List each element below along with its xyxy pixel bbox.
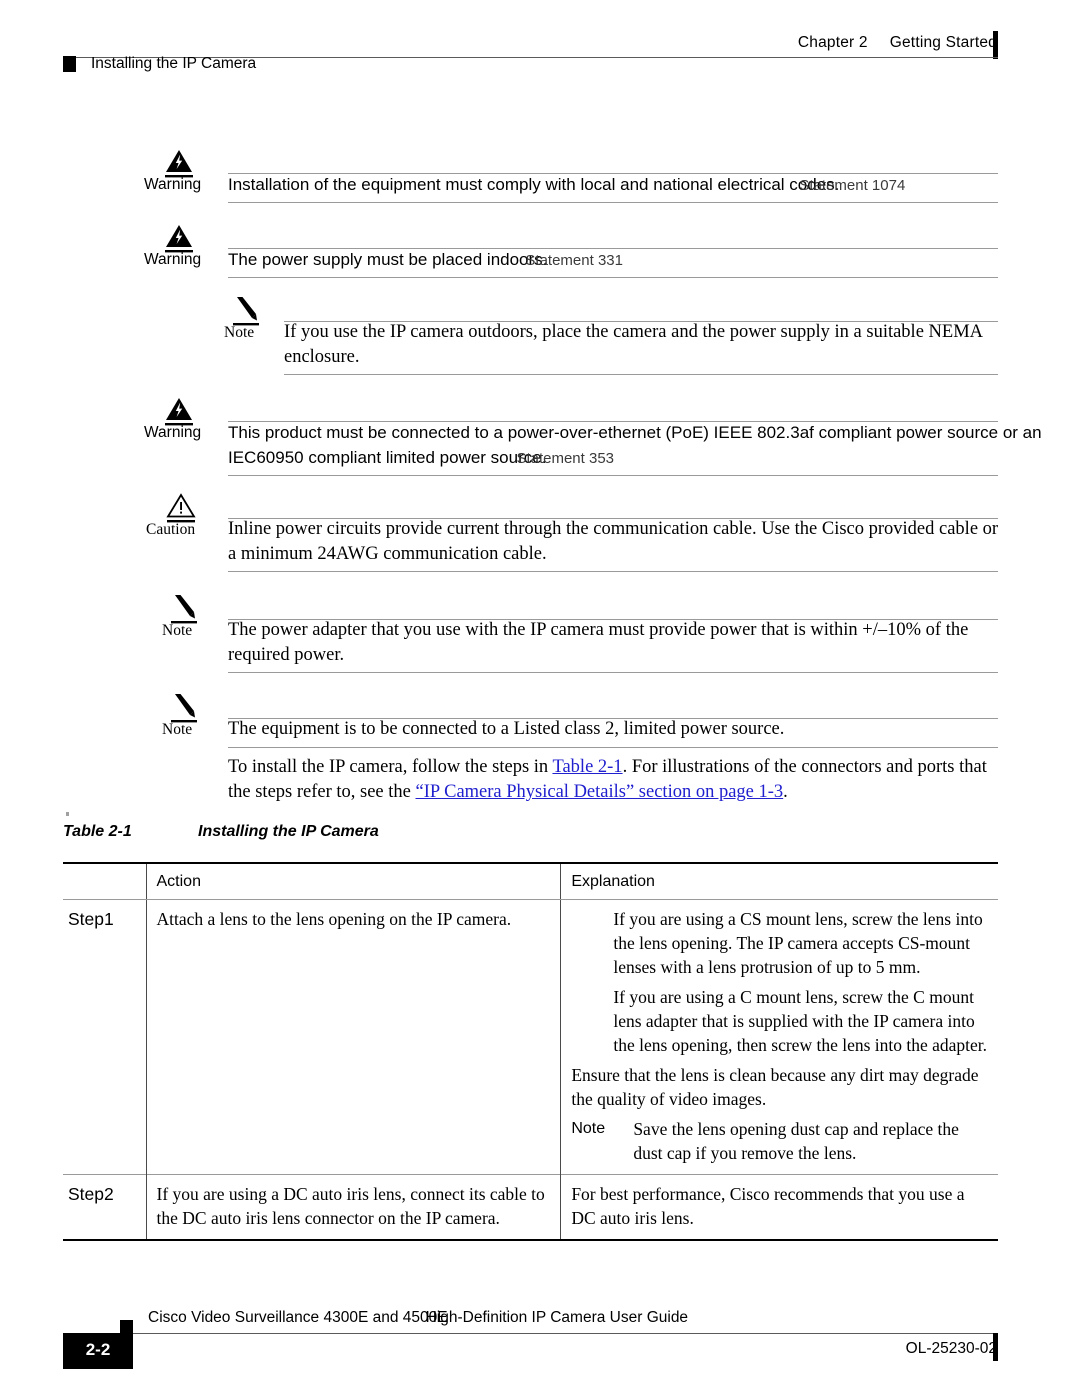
inline-note: Note Save the lens opening dust cap and … bbox=[571, 1117, 988, 1165]
footer-edge-marker bbox=[993, 1333, 998, 1361]
admonition-text: The power adapter that you use with the … bbox=[228, 620, 969, 665]
cell-explanation: For best performance, Cisco recommends t… bbox=[560, 1174, 998, 1241]
admonition-label: Note bbox=[224, 324, 255, 341]
intro-text-part-3: . bbox=[783, 782, 788, 802]
table-row: Step2 If you are using a DC auto iris le… bbox=[63, 1174, 998, 1241]
admonition-label: Warning bbox=[144, 251, 202, 268]
table-cross-reference-link[interactable]: Table 2-1 bbox=[552, 757, 622, 777]
table-header-row: Action Explanation bbox=[63, 862, 998, 900]
admonition-rule-bottom bbox=[284, 374, 998, 375]
admonition-body: Installation of the equipment must compl… bbox=[228, 172, 1002, 198]
admonition-text: The power supply must be placed indoors. bbox=[228, 250, 548, 269]
cell-action: If you are using a DC auto iris lens, co… bbox=[145, 1174, 561, 1241]
admonition-text: The equipment is to be connected to a Li… bbox=[228, 719, 785, 739]
admonition-rule-bottom bbox=[228, 747, 998, 748]
header-chapter-info: Chapter 2 Getting Started bbox=[798, 34, 997, 52]
cell-action: Attach a lens to the lens opening on the… bbox=[145, 899, 561, 1175]
table-head: Action Explanation bbox=[63, 862, 998, 900]
admonition-body: Inline power circuits provide current th… bbox=[228, 517, 1002, 567]
admonition-label: Warning bbox=[144, 424, 202, 441]
explanation-paragraph: Ensure that the lens is clean because an… bbox=[571, 1065, 979, 1109]
footer-page-number: 2-2 bbox=[85, 1340, 111, 1359]
admonition-label: Caution bbox=[146, 521, 196, 538]
header-chapter-number: Chapter 2 bbox=[797, 34, 868, 51]
header-chapter-title: Getting Started bbox=[889, 34, 997, 51]
admonition-rule-bottom bbox=[228, 475, 998, 476]
footer-doc-title-part-b: High-Definition IP Camera User Guide bbox=[425, 1309, 689, 1326]
admonition-statement: Statement 353 bbox=[516, 450, 615, 467]
admonition-body: This product must be connected to a powe… bbox=[228, 420, 1066, 471]
table-caption: Table 2-1 Installing the IP Camera bbox=[63, 823, 379, 841]
header-edge-marker bbox=[993, 31, 998, 59]
admonition-body: If you use the IP camera outdoors, place… bbox=[284, 320, 1002, 370]
table-caption-title: Installing the IP Camera bbox=[198, 823, 379, 840]
explanation-paragraph: If you are using a C mount lens, screw t… bbox=[613, 987, 988, 1055]
admonition-rule-bottom bbox=[228, 277, 998, 278]
admonition-body: The power adapter that you use with the … bbox=[228, 618, 1002, 668]
page-footer: Cisco Video Surveillance 4300E and 4500E… bbox=[0, 1300, 1080, 1380]
header-section-title: Installing the IP Camera bbox=[91, 55, 257, 72]
admonition-body: The power supply must be placed indoors.… bbox=[228, 247, 1002, 273]
admonition-label: Note bbox=[162, 622, 193, 639]
intro-text-part-1: To install the IP camera, follow the ste… bbox=[228, 757, 553, 777]
explanation-paragraph: For best performance, Cisco recommends t… bbox=[571, 1184, 965, 1228]
footer-document-id: OL-25230-02 bbox=[905, 1340, 997, 1357]
cell-step-number: Step1 bbox=[68, 909, 114, 929]
table-body: Step1 Attach a lens to the lens opening … bbox=[63, 899, 998, 1241]
header-bullet-square-icon bbox=[63, 56, 76, 72]
admonition-rule-bottom bbox=[228, 571, 998, 572]
table-row: Step1 Attach a lens to the lens opening … bbox=[63, 899, 998, 1175]
cell-step-number: Step2 bbox=[63, 1174, 146, 1241]
admonition-text: If you use the IP camera outdoors, place… bbox=[284, 322, 982, 367]
admonition-body: The equipment is to be connected to a Li… bbox=[228, 717, 1002, 742]
inline-note-label: Note bbox=[571, 1120, 606, 1137]
page-header: Chapter 2 Getting Started Installing the … bbox=[0, 0, 1080, 86]
cell-explanation: If you are using a CS mount lens, screw … bbox=[560, 899, 998, 1175]
footer-divider-rule bbox=[120, 1333, 998, 1334]
explanation-paragraph: If you are using a CS mount lens, screw … bbox=[613, 909, 983, 977]
column-header-explanation: Explanation bbox=[560, 862, 998, 900]
footer-document-title: Cisco Video Surveillance 4300E and 4500E… bbox=[148, 1309, 688, 1327]
admonition-statement: Statement 331 bbox=[525, 252, 623, 269]
admonition-rule-bottom bbox=[228, 672, 998, 673]
intro-paragraph: To install the IP camera, follow the ste… bbox=[228, 755, 1002, 805]
admonition-label: Note bbox=[162, 721, 193, 738]
inline-note-text: Save the lens opening dust cap and repla… bbox=[633, 1119, 959, 1163]
admonition-text: Installation of the equipment must compl… bbox=[228, 175, 840, 194]
physical-details-section-link[interactable]: “IP Camera Physical Details” section on … bbox=[416, 782, 784, 802]
admonition-text: This product must be connected to a powe… bbox=[228, 423, 1042, 467]
admonition-rule-bottom bbox=[228, 202, 998, 203]
column-header-action: Action bbox=[145, 862, 561, 900]
table-caption-number: Table 2-1 bbox=[63, 823, 132, 840]
admonition-text: Inline power circuits provide current th… bbox=[228, 519, 999, 564]
installing-ip-camera-table: Action Explanation Step1 Attach a lens t… bbox=[63, 862, 998, 1241]
column-header-step bbox=[63, 862, 146, 900]
footer-doc-title-part-a: Cisco Video Surveillance 4300E and 4500E bbox=[148, 1309, 448, 1326]
caption-marker-dot bbox=[66, 812, 69, 816]
admonition-label: Warning bbox=[144, 176, 202, 193]
admonition-statement: Statement 1074 bbox=[799, 177, 906, 194]
